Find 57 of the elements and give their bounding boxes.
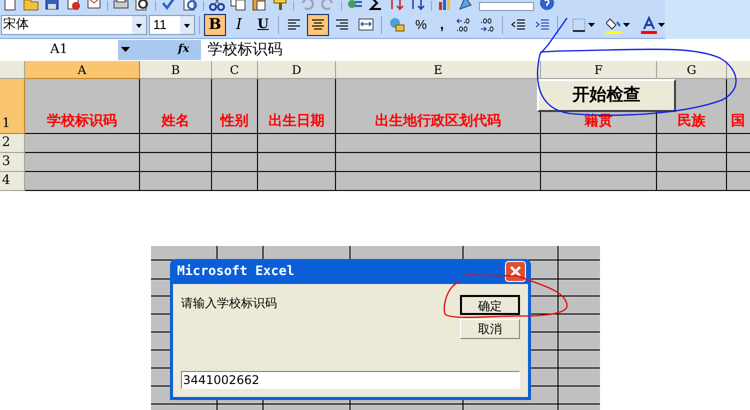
column-header[interactable]: A xyxy=(25,61,140,79)
close-icon[interactable] xyxy=(505,261,526,282)
bold-button[interactable]: B xyxy=(204,14,226,36)
start-check-button[interactable]: 开始检查 xyxy=(537,79,676,112)
zoom-field[interactable] xyxy=(479,2,534,11)
dropdown-arrow-icon[interactable] xyxy=(658,22,665,28)
table-cell[interactable] xyxy=(541,134,657,153)
column-header[interactable]: D xyxy=(258,61,336,79)
table-cell[interactable] xyxy=(212,134,258,153)
font-letter-icon[interactable] xyxy=(641,16,657,32)
table-cell[interactable] xyxy=(25,134,140,153)
table-cell[interactable] xyxy=(657,172,727,191)
percent-button[interactable]: % xyxy=(410,14,432,36)
table-cell[interactable] xyxy=(25,153,140,172)
font-dropdown[interactable]: 宋体 xyxy=(1,14,148,34)
prompt-text: 请输入学校标识码 xyxy=(181,295,278,312)
italic-button[interactable]: I xyxy=(228,14,250,36)
comma-button[interactable]: , xyxy=(434,14,450,36)
row-header[interactable]: 3 xyxy=(0,153,25,172)
table-cell[interactable] xyxy=(258,134,336,153)
dropdown-arrow-icon[interactable] xyxy=(588,22,595,28)
column-header[interactable]: B xyxy=(140,61,212,79)
column-header[interactable]: E xyxy=(336,61,541,79)
table-cell[interactable] xyxy=(140,134,212,153)
column-header[interactable]: G xyxy=(657,61,727,79)
table-cell[interactable] xyxy=(657,134,727,153)
row-header[interactable]: 1 xyxy=(0,79,25,134)
fill-bucket-icon[interactable] xyxy=(606,16,622,32)
dropdown-arrow-icon[interactable] xyxy=(121,46,130,52)
table-cell[interactable] xyxy=(541,153,657,172)
column-header[interactable]: F xyxy=(541,61,657,79)
underline-button[interactable]: U xyxy=(252,14,274,36)
table-cell[interactable] xyxy=(336,172,541,191)
table-cell[interactable] xyxy=(212,153,258,172)
table-cell[interactable] xyxy=(657,153,727,172)
borders-icon[interactable] xyxy=(571,16,587,32)
formula-input[interactable]: 学校标识码 xyxy=(201,40,750,60)
text-input-field[interactable]: 3441002662 xyxy=(181,371,520,389)
table-cell[interactable] xyxy=(140,153,212,172)
insert-function-button[interactable]: fx xyxy=(176,40,202,60)
name-box-dropdown[interactable] xyxy=(118,40,176,60)
table-cell[interactable] xyxy=(258,172,336,191)
table-cell[interactable] xyxy=(336,134,541,153)
row-header[interactable]: 4 xyxy=(0,172,25,191)
cancel-button[interactable]: 取消 xyxy=(460,319,520,339)
table-cell[interactable] xyxy=(336,153,541,172)
dropdown-arrow-icon[interactable] xyxy=(623,22,630,28)
table-cell[interactable] xyxy=(258,153,336,172)
table-cell[interactable] xyxy=(541,172,657,191)
table-cell[interactable] xyxy=(25,172,140,191)
column-header[interactable]: C xyxy=(212,61,258,79)
table-cell[interactable] xyxy=(140,172,212,191)
dialog-title: Microsoft Excel xyxy=(177,262,296,281)
font-size-dropdown[interactable]: 11 xyxy=(149,14,195,34)
table-cell[interactable] xyxy=(212,172,258,191)
ok-button[interactable]: 确定 xyxy=(460,295,520,315)
row-header[interactable]: 2 xyxy=(0,134,25,153)
